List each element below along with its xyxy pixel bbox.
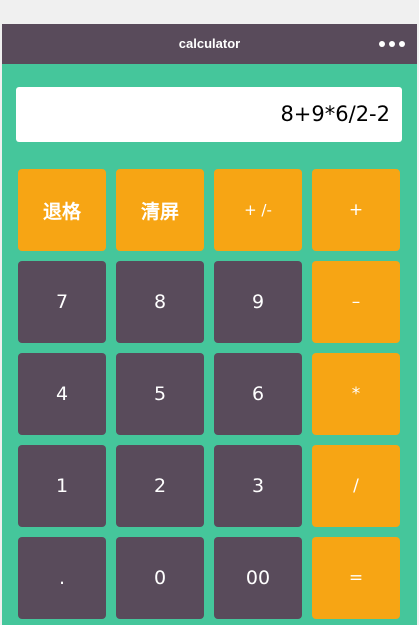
- double-zero-button[interactable]: 00: [214, 537, 302, 619]
- digit-8-button[interactable]: 8: [116, 261, 204, 343]
- calculator-window: calculator 8+9*6/2-2 退格 清屏 + /- + 7 8 9 …: [2, 24, 417, 625]
- digit-1-button[interactable]: 1: [18, 445, 106, 527]
- minus-button[interactable]: –: [312, 261, 400, 343]
- plus-button[interactable]: +: [312, 169, 400, 251]
- clear-button[interactable]: 清屏: [116, 169, 204, 251]
- digit-0-button[interactable]: 0: [116, 537, 204, 619]
- digit-3-button[interactable]: 3: [214, 445, 302, 527]
- keypad: 退格 清屏 + /- + 7 8 9 – 4 5 6 * 1 2 3 / . 0…: [2, 24, 417, 625]
- digit-6-button[interactable]: 6: [214, 353, 302, 435]
- divide-button[interactable]: /: [312, 445, 400, 527]
- negate-button[interactable]: + /-: [214, 169, 302, 251]
- digit-4-button[interactable]: 4: [18, 353, 106, 435]
- digit-2-button[interactable]: 2: [116, 445, 204, 527]
- digit-7-button[interactable]: 7: [18, 261, 106, 343]
- digit-5-button[interactable]: 5: [116, 353, 204, 435]
- decimal-point-button[interactable]: .: [18, 537, 106, 619]
- digit-9-button[interactable]: 9: [214, 261, 302, 343]
- equals-button[interactable]: =: [312, 537, 400, 619]
- backspace-button[interactable]: 退格: [18, 169, 106, 251]
- multiply-button[interactable]: *: [312, 353, 400, 435]
